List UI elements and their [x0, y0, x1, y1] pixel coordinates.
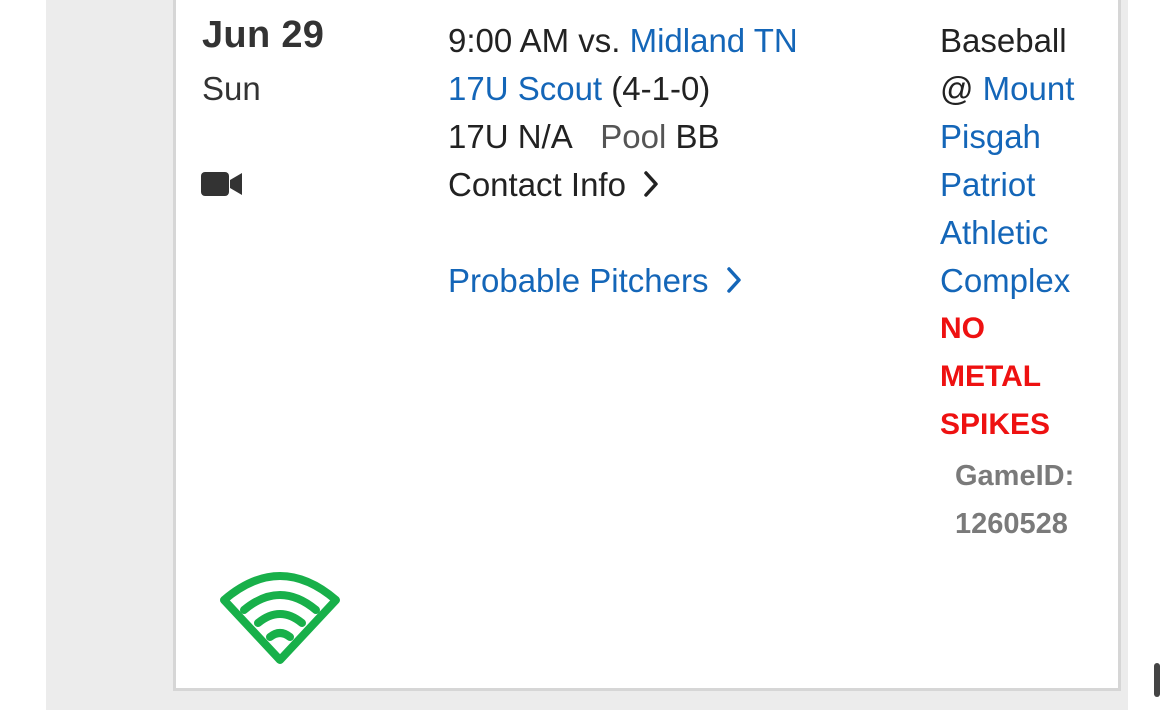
venue-link-line-1[interactable]: Mount: [983, 70, 1075, 107]
venue-link-line-4[interactable]: Athletic: [940, 209, 1110, 257]
team-line: 17U Scout (4-1-0): [448, 65, 798, 113]
chevron-right-icon: [726, 267, 741, 294]
at-symbol: @: [940, 70, 974, 107]
division-label: 17U N/A: [448, 118, 573, 155]
gamechanger-diamond-logo[interactable]: [220, 560, 340, 664]
alert-line-3: SPIKES: [940, 408, 1051, 441]
game-id: GameID: 1260528: [955, 452, 1074, 548]
matchup-line: 9:00 AM vs. Midland TN: [448, 17, 798, 65]
game-id-label: GameID:: [955, 460, 1075, 492]
probable-pitchers-link[interactable]: Probable Pitchers: [448, 257, 798, 305]
team-record: (4-1-0): [611, 70, 711, 107]
contact-info-label: Contact Info: [448, 166, 626, 203]
game-details: 9:00 AM vs. Midland TN 17U Scout (4-1-0)…: [448, 17, 798, 305]
video-camera-icon[interactable]: [200, 169, 244, 199]
team-link[interactable]: 17U Scout: [448, 70, 602, 107]
venue-link-line-5[interactable]: Complex: [940, 257, 1110, 305]
chevron-right-icon: [644, 171, 658, 198]
venue-link-line-3[interactable]: Patriot: [940, 161, 1110, 209]
sport-label: Baseball: [940, 22, 1067, 59]
game-date: Jun 29: [202, 14, 325, 56]
venue-column: Baseball @ Mount Pisgah Patriot Athletic…: [940, 17, 1110, 449]
venue-link-line-2[interactable]: Pisgah: [940, 113, 1110, 161]
opponent-link[interactable]: Midland TN: [630, 22, 798, 59]
game-weekday: Sun: [202, 70, 261, 107]
alert-line-2: METAL: [940, 360, 1042, 393]
page-gutter: [1131, 0, 1170, 693]
scrollbar-thumb[interactable]: [1154, 663, 1160, 697]
probable-pitchers-label: Probable Pitchers: [448, 262, 709, 299]
pool-label: Pool: [600, 118, 667, 155]
division-line: 17U N/A Pool BB: [448, 113, 798, 161]
contact-info-button[interactable]: Contact Info: [448, 161, 798, 209]
game-id-value: 1260528: [955, 508, 1068, 540]
game-time: 9:00 AM vs.: [448, 22, 621, 59]
pool-value: BB: [675, 118, 720, 155]
alert-line-1: NO: [940, 312, 985, 345]
